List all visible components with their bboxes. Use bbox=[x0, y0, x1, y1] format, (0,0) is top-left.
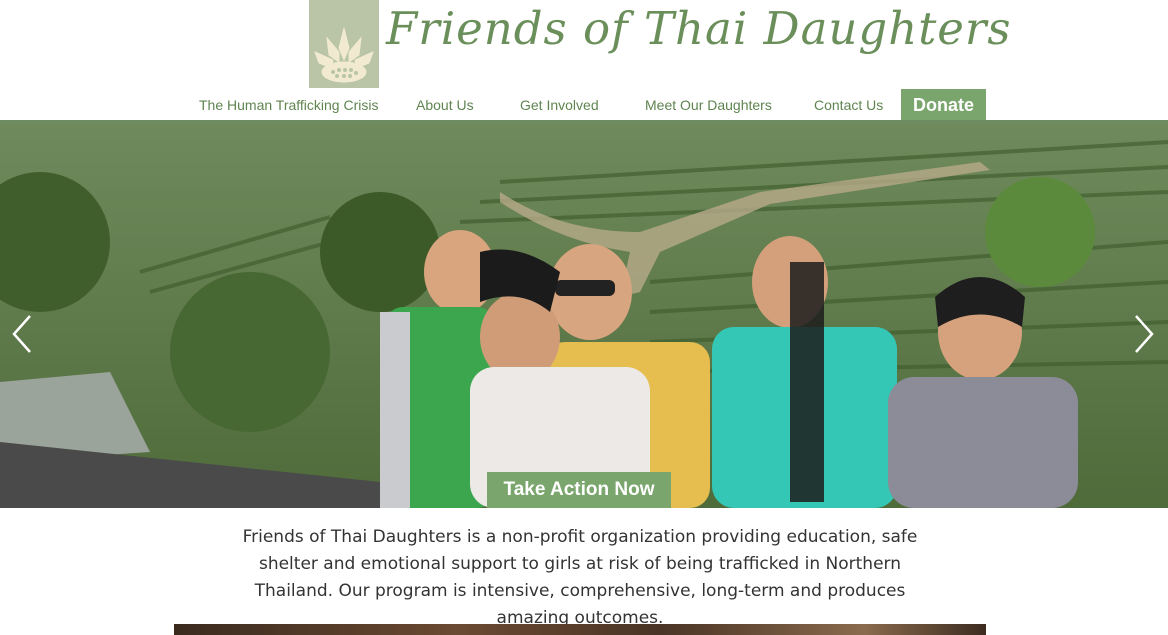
take-action-button[interactable]: Take Action Now bbox=[487, 472, 671, 508]
nav-item-about-us[interactable]: About Us bbox=[416, 97, 474, 113]
hero-slideshow: Take Action Now bbox=[0, 122, 1168, 508]
mission-statement: Friends of Thai Daughters is a non-profi… bbox=[242, 527, 918, 628]
nav-item-get-involved[interactable]: Get Involved bbox=[520, 97, 599, 113]
nav-item-contact-us[interactable]: Contact Us bbox=[814, 97, 883, 113]
nav-item-human-trafficking-crisis[interactable]: The Human Trafficking Crisis bbox=[199, 97, 378, 113]
lotus-icon bbox=[309, 0, 379, 88]
next-section-image bbox=[174, 624, 986, 635]
hero-photo bbox=[0, 122, 1168, 508]
donate-button[interactable]: Donate bbox=[901, 89, 986, 121]
chevron-right-icon bbox=[1135, 315, 1154, 353]
site-title[interactable]: Friends of Thai Daughters bbox=[386, 2, 1012, 55]
main-nav: The Human Trafficking Crisis About Us Ge… bbox=[0, 88, 1168, 121]
nav-item-meet-our-daughters[interactable]: Meet Our Daughters bbox=[645, 97, 772, 113]
slideshow-prev-button[interactable] bbox=[8, 312, 36, 356]
logo-mark[interactable] bbox=[309, 0, 379, 88]
slideshow-next-button[interactable] bbox=[1130, 312, 1158, 356]
chevron-left-icon bbox=[12, 315, 31, 353]
